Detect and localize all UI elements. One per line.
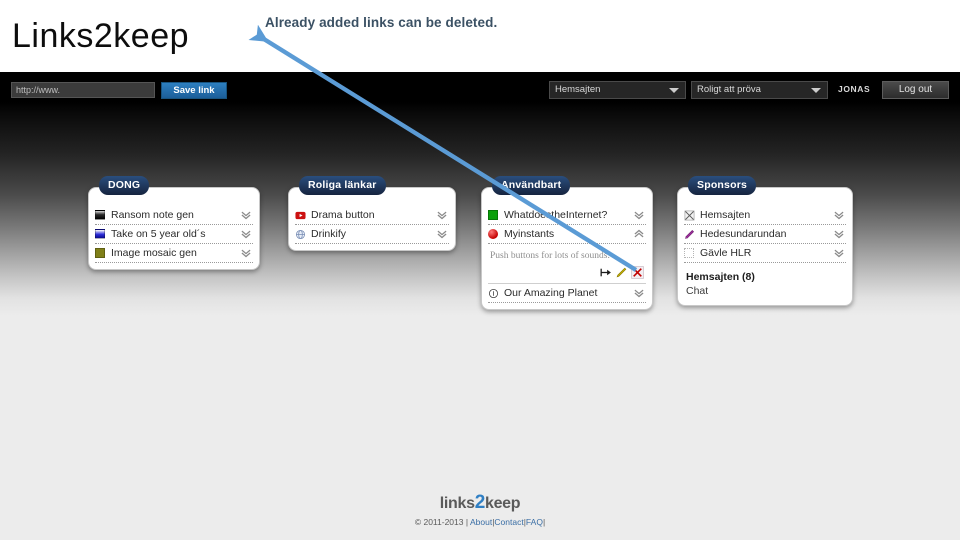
favicon-blue-icon [95, 229, 105, 239]
chevron-down-icon[interactable] [632, 286, 646, 300]
username-label: JONAS [838, 84, 871, 94]
list-item-actions [488, 264, 646, 284]
link-card-anvandbart: Användbart WhatdoestheInternet? Myinstan… [481, 176, 653, 310]
list-item-description: Push buttons for lots of sounds. [490, 251, 610, 261]
card-title: DONG [99, 176, 150, 195]
card-body: Drama button Drinkify [295, 206, 449, 244]
logout-button[interactable]: Log out [882, 81, 949, 99]
list-item-label: Image mosaic gen [111, 247, 197, 259]
footer-link-about[interactable]: About [470, 517, 492, 527]
footer-link-faq[interactable]: FAQ [526, 517, 543, 527]
list-item[interactable]: Drinkify [295, 225, 449, 244]
save-link-button[interactable]: Save link [161, 82, 227, 99]
chevron-down-icon[interactable] [832, 246, 846, 260]
footer-link-contact[interactable]: Contact [494, 517, 523, 527]
footer-legal: © 2011-2013 | About|Contact|FAQ| [0, 517, 960, 527]
footer-logo-left: links [439, 495, 475, 512]
list-item[interactable]: Hedesundarundan [684, 225, 846, 244]
card-body: Hemsajten Hedesundarundan Gävle HLR Hems… [684, 206, 846, 299]
chevron-down-icon[interactable] [239, 246, 253, 260]
chevron-down-icon[interactable] [239, 227, 253, 241]
chevron-down-icon[interactable] [239, 208, 253, 222]
list-item[interactable]: Image mosaic gen [95, 244, 253, 263]
app-window: Save link Hemsajten Roligt att pröva JON… [0, 72, 960, 540]
top-navigation-bar: Save link Hemsajten Roligt att pröva JON… [0, 72, 960, 108]
pen-icon [684, 229, 695, 239]
category-select[interactable]: Roligt att pröva [691, 81, 828, 99]
favicon-green-icon [488, 210, 498, 220]
delete-x-icon[interactable] [631, 266, 644, 279]
footer-logo-two: 2 [474, 492, 486, 513]
chevron-down-icon[interactable] [435, 227, 449, 241]
list-item-label: Drama button [311, 209, 375, 221]
link-card-dong: DONG Ransom note gen Take on 5 year old´… [88, 176, 260, 270]
copyright-label: © 2011-2013 | [414, 517, 469, 527]
chevron-down-icon [811, 88, 821, 93]
list-item-label: Gävle HLR [700, 247, 752, 259]
card-title: Användbart [492, 176, 571, 195]
card-body: Ransom note gen Take on 5 year old´s Ima… [95, 206, 253, 263]
footer-logo: links2keep [0, 492, 960, 514]
favicon-red-circle-icon [488, 229, 498, 239]
list-item-label: Myinstants [504, 228, 555, 240]
youtube-icon [295, 211, 306, 219]
edit-pencil-icon[interactable] [615, 266, 628, 279]
sponsor-promo-title: Hemsajten (8) [686, 271, 755, 283]
list-item[interactable]: WhatdoestheInternet? [488, 206, 646, 225]
list-item-expanded[interactable]: Myinstants [488, 225, 646, 244]
url-input[interactable] [11, 82, 155, 98]
list-item-label: Take on 5 year old´s [111, 228, 206, 240]
chevron-down-icon [669, 88, 679, 93]
globe-icon [295, 229, 306, 239]
page-title: Links2keep [12, 17, 190, 55]
favicon-olive-icon [95, 248, 105, 258]
list-item-label: Hedesundarundan [700, 228, 787, 240]
footer-separator: | [542, 517, 546, 527]
card-title: Roliga länkar [299, 176, 386, 195]
x-mark-icon [684, 210, 695, 220]
link-card-roliga-lankar: Roliga länkar Drama button Drinkify [288, 176, 456, 251]
favicon-dark-icon [95, 210, 105, 220]
site-select-value: Hemsajten [555, 84, 601, 95]
footer: links2keep © 2011-2013 | About|Contact|F… [0, 492, 960, 540]
list-item-label: WhatdoestheInternet? [504, 209, 608, 221]
chevron-up-icon[interactable] [632, 227, 646, 241]
chevron-down-icon[interactable] [832, 227, 846, 241]
chevron-down-icon[interactable] [632, 208, 646, 222]
footer-logo-right: keep [484, 495, 521, 512]
card-title: Sponsors [688, 176, 757, 195]
list-item[interactable]: Drama button [295, 206, 449, 225]
favicon-empty-icon [684, 248, 694, 258]
list-item[interactable]: Gävle HLR [684, 244, 846, 263]
list-item[interactable]: Our Amazing Planet [488, 284, 646, 303]
chevron-down-icon[interactable] [435, 208, 449, 222]
slide-title-band: Links2keep Already added links can be de… [0, 0, 960, 72]
info-icon [488, 288, 499, 298]
sponsor-promo-subtitle[interactable]: Chat [684, 283, 846, 299]
list-item-label: Ransom note gen [111, 209, 194, 221]
list-item[interactable]: Hemsajten [684, 206, 846, 225]
card-body: WhatdoestheInternet? Myinstants Push but… [488, 206, 646, 303]
chevron-down-icon[interactable] [832, 208, 846, 222]
list-item-label: Hemsajten [700, 209, 751, 221]
category-select-value: Roligt att pröva [697, 84, 761, 95]
annotation-label: Already added links can be deleted. [265, 15, 498, 30]
list-item-label: Drinkify [311, 228, 347, 240]
list-item[interactable]: Ransom note gen [95, 206, 253, 225]
link-card-sponsors: Sponsors Hemsajten Hedesundarundan Gävle… [677, 176, 853, 306]
site-select[interactable]: Hemsajten [549, 81, 686, 99]
move-icon[interactable] [599, 266, 612, 279]
list-item-label: Our Amazing Planet [504, 287, 598, 299]
list-item[interactable]: Take on 5 year old´s [95, 225, 253, 244]
